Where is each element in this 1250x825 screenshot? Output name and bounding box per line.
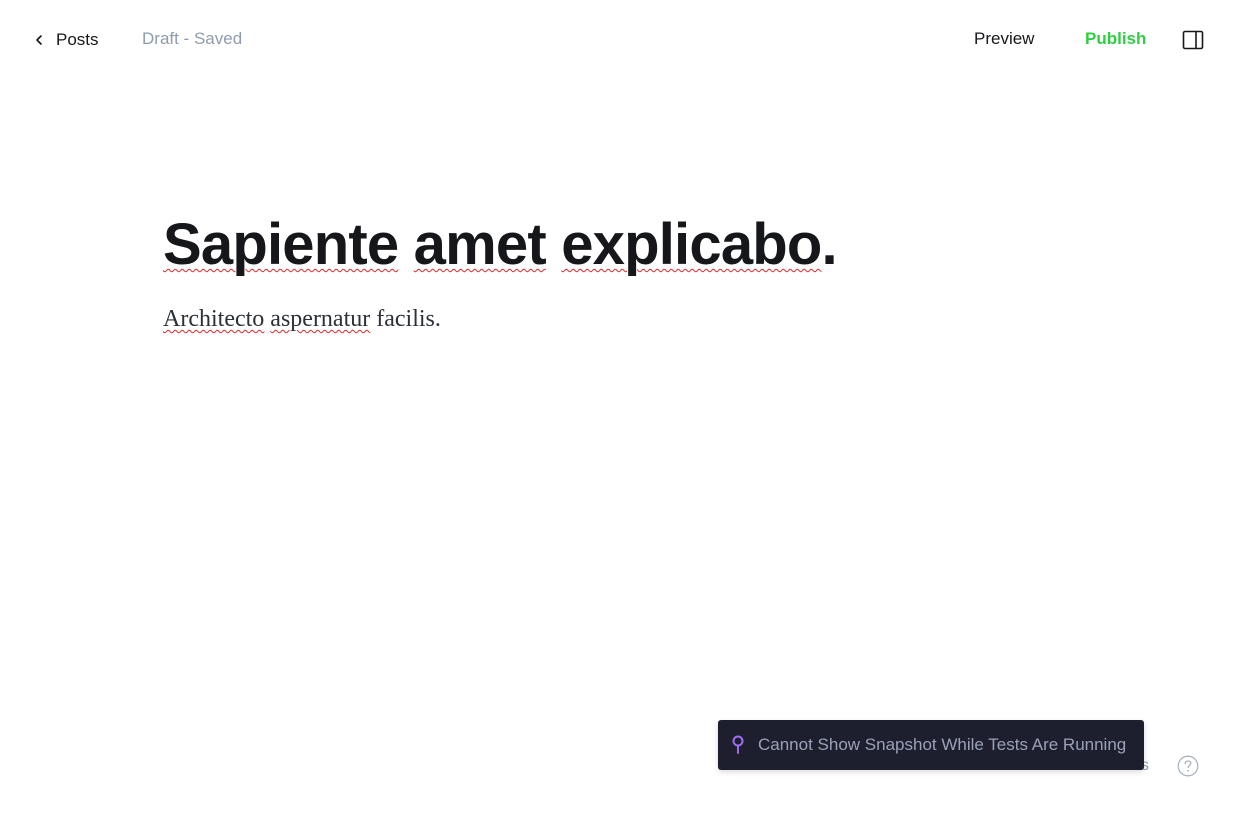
title-word: .	[821, 212, 838, 277]
back-to-posts-link[interactable]: Posts	[34, 27, 99, 53]
save-status: Draft - Saved	[142, 29, 243, 48]
sidebar-toggle-icon[interactable]	[1182, 30, 1204, 50]
chevron-left-icon	[36, 35, 42, 45]
pin-icon	[732, 735, 744, 754]
title-word: amet	[413, 212, 547, 277]
post-body[interactable]: Architecto aspernatur facilis.	[163, 304, 1063, 334]
publish-button[interactable]: Publish	[1085, 29, 1146, 49]
body-word: Architecto	[163, 306, 265, 332]
body-word: facilis.	[376, 306, 441, 332]
post-title[interactable]: Sapiente amet explicabo.	[163, 205, 1063, 285]
toast-message: Cannot Show Snapshot While Tests Are Run…	[758, 735, 1127, 754]
preview-button[interactable]: Preview	[974, 29, 1034, 49]
post-editor[interactable]: Sapiente amet explicabo. Architecto aspe…	[163, 205, 1063, 334]
snapshot-toast: Cannot Show Snapshot While Tests Are Run…	[718, 720, 1144, 770]
body-word: aspernatur	[270, 306, 371, 332]
question-circle-icon[interactable]	[1177, 755, 1199, 777]
editor-page: Posts Draft - Saved Preview Publish Sapi…	[0, 0, 1250, 825]
back-link-label: Posts	[56, 30, 99, 49]
title-word: explicabo	[561, 212, 822, 277]
editor-header: Posts Draft - Saved Preview Publish	[0, 0, 1250, 80]
title-word: Sapiente	[163, 212, 399, 277]
